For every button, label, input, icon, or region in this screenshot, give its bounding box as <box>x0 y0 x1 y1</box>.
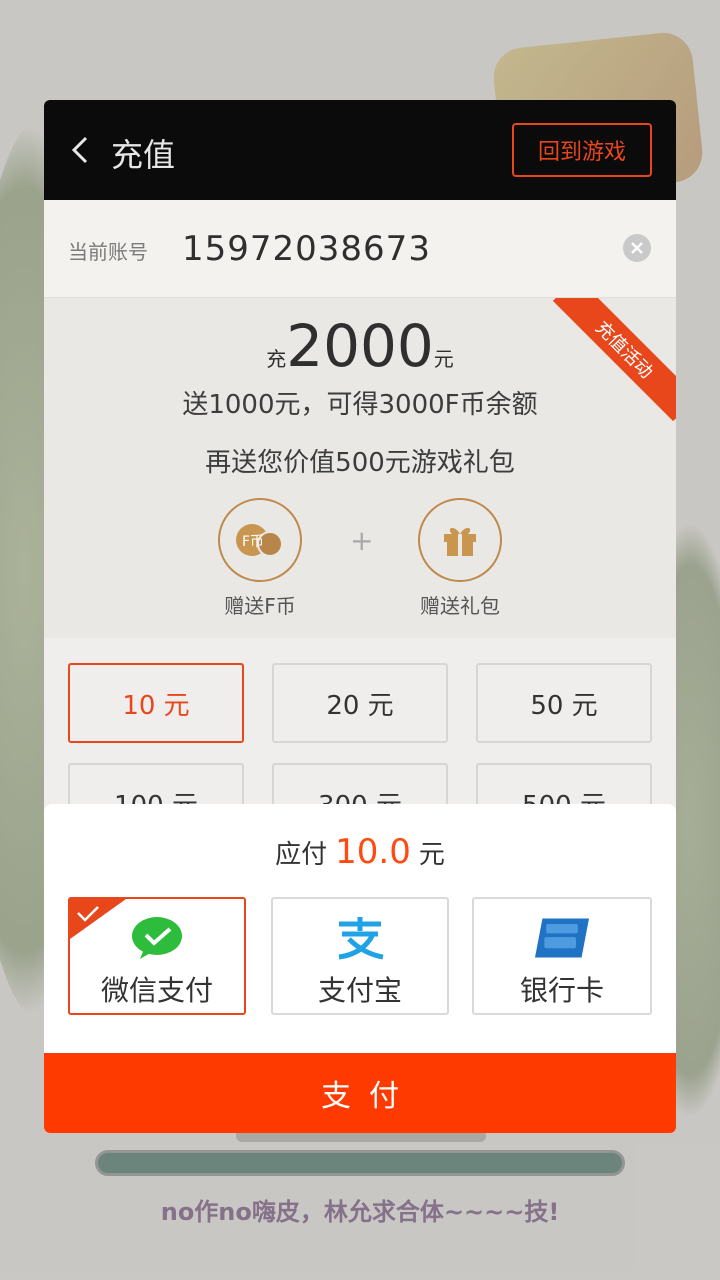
pay-option-bankcard[interactable]: 银行卡 <box>472 897 652 1015</box>
account-value[interactable]: 15972038673 <box>182 229 431 269</box>
amount-due-unit: 元 <box>418 840 445 870</box>
gift-box-icon <box>444 527 476 556</box>
wechat-pay-icon <box>132 917 182 959</box>
gift-fcoin-label: 赠送F币 <box>224 594 296 618</box>
account-label: 当前账号 <box>68 240 148 264</box>
promo-line-1: 送1000元，可得3000F币余额 <box>182 390 538 420</box>
top-bar: 充值 回到游戏 <box>44 100 676 200</box>
page-title: 充值 <box>111 136 176 174</box>
promo-banner: 充值活动 充2000元 送1000元，可得3000F币余额 再送您价值500元游… <box>44 298 676 638</box>
promo-amount: 充2000元 <box>44 312 676 380</box>
pay-option-alipay-label: 支付宝 <box>317 974 402 1007</box>
back-to-game-button[interactable]: 回到游戏 <box>512 123 652 177</box>
promo-amount-value: 2000 <box>286 312 434 380</box>
payment-sheet: 应付 10.0 元 微信支付 支付宝 银行卡 支付 <box>44 804 676 1133</box>
selected-check-icon <box>70 899 126 939</box>
gift-box-label: 赠送礼包 <box>420 594 500 618</box>
amount-option-50[interactable]: 50 元 <box>476 663 652 743</box>
alipay-icon <box>338 917 384 960</box>
plus-sign: + <box>350 524 374 557</box>
fcoin-icon: F币 <box>236 524 283 557</box>
svg-text:F币: F币 <box>242 534 264 550</box>
pay-option-alipay[interactable]: 支付宝 <box>271 897 449 1015</box>
promo-line-2: 再送您价值500元游戏礼包 <box>205 448 515 478</box>
promo-unit: 元 <box>433 347 454 371</box>
pay-button[interactable]: 支付 <box>44 1053 676 1133</box>
gift-box-circle <box>418 498 502 582</box>
clear-circle-icon[interactable] <box>622 233 652 263</box>
amount-option-20[interactable]: 20 元 <box>272 663 448 743</box>
pay-option-wechat-label: 微信支付 <box>100 974 213 1007</box>
gift-fcoin-circle: F币 <box>218 498 302 582</box>
unionpay-icon <box>535 918 589 958</box>
pay-option-wechat[interactable]: 微信支付 <box>68 897 246 1015</box>
amount-due: 应付 10.0 元 <box>44 832 676 872</box>
promo-prefix: 充 <box>266 347 287 371</box>
pay-option-bankcard-label: 银行卡 <box>519 974 604 1007</box>
amount-due-value: 10.0 <box>335 832 411 872</box>
amount-due-label: 应付 <box>275 840 328 870</box>
chevron-left-icon[interactable] <box>68 136 94 164</box>
account-row: 当前账号 15972038673 <box>44 200 676 298</box>
amount-option-10[interactable]: 10 元 <box>68 663 244 743</box>
